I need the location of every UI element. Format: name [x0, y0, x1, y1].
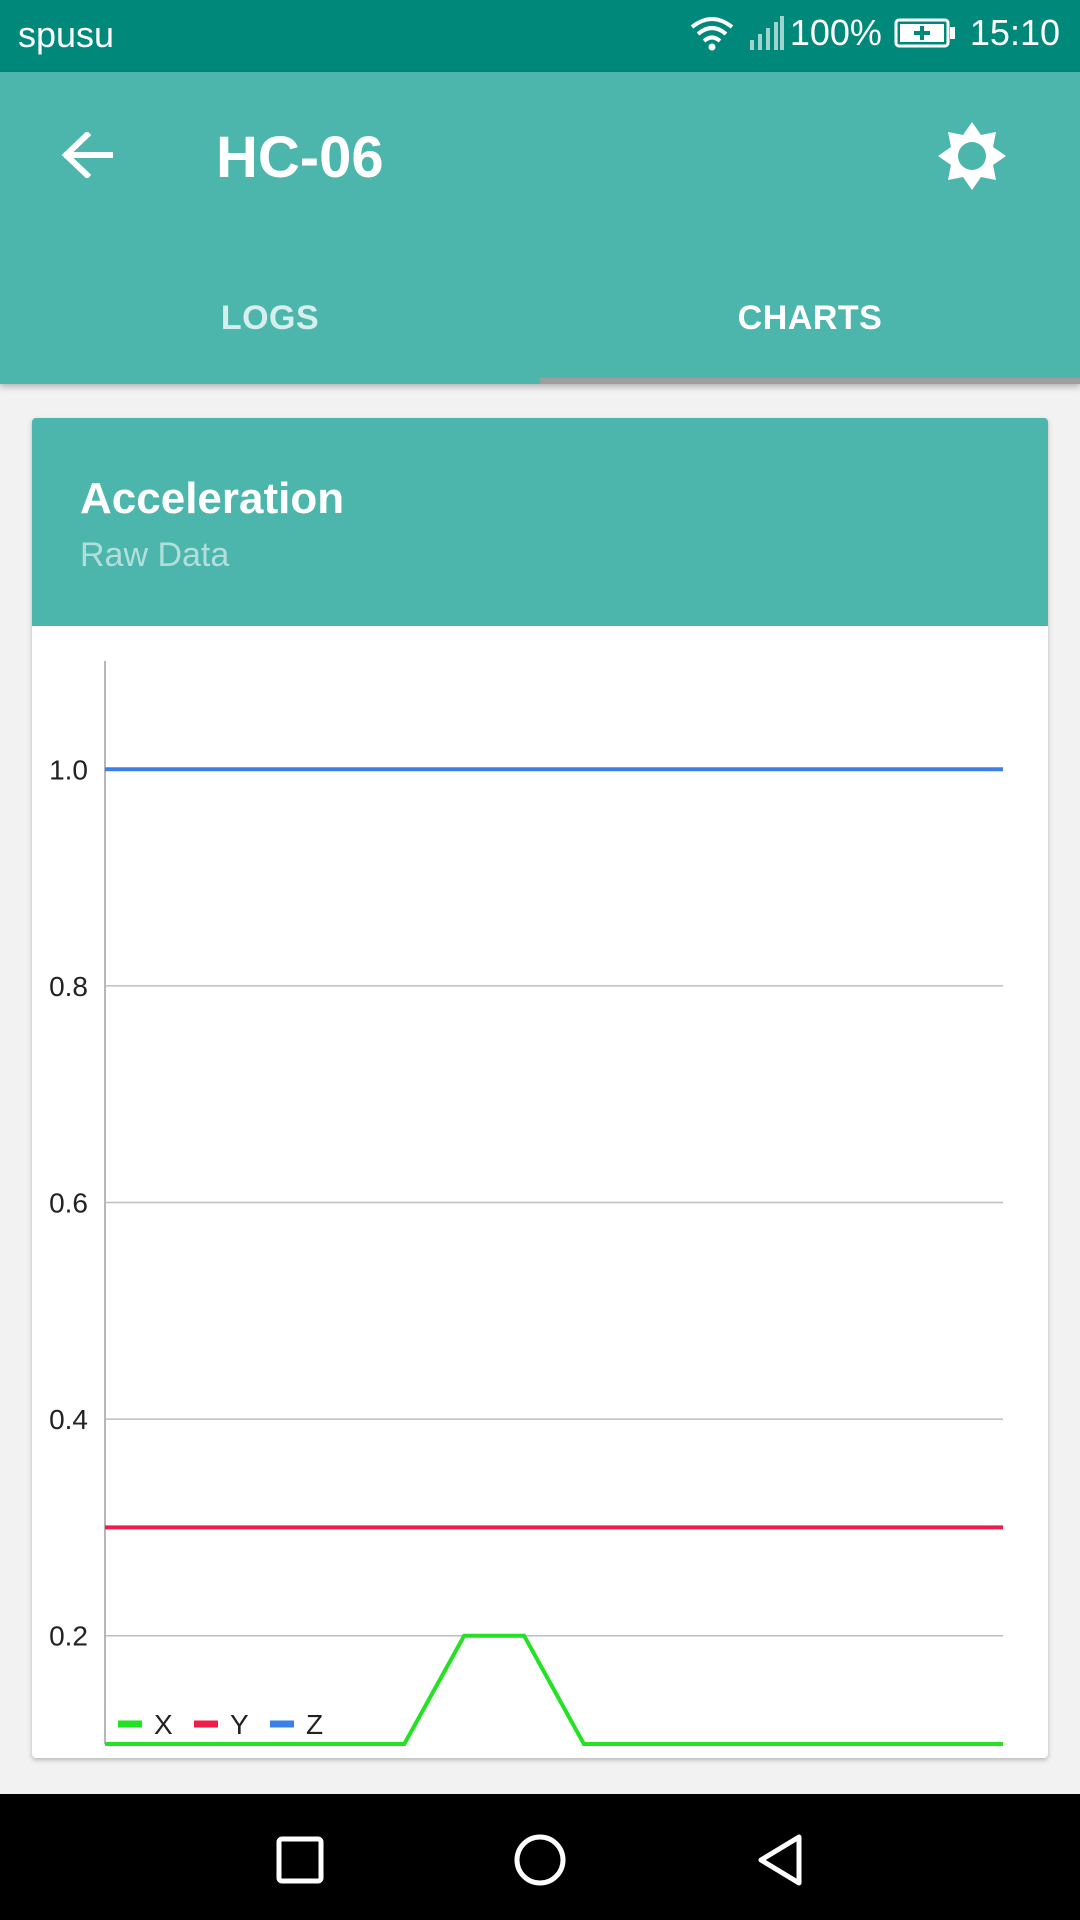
battery-percent: 100%	[789, 12, 882, 53]
nav-back-button[interactable]	[740, 1822, 820, 1902]
back-button[interactable]	[52, 122, 122, 192]
tab-charts[interactable]: CHARTS	[540, 252, 1080, 384]
card-subtitle: Raw Data	[80, 536, 230, 574]
wifi-icon	[690, 15, 734, 51]
brightness-icon	[936, 120, 1008, 197]
navigation-bar	[0, 1794, 1080, 1920]
triangle-back-icon	[755, 1833, 805, 1892]
recents-button[interactable]	[260, 1822, 340, 1902]
settings-button[interactable]	[930, 116, 1014, 200]
home-button[interactable]	[500, 1822, 580, 1902]
acceleration-chart[interactable]: 0.2 0.4 0.6 0.8 1.0 X Y Z	[32, 626, 1048, 1758]
page-title: HC-06	[216, 125, 384, 190]
y-tick-label: 0.6	[49, 1188, 88, 1219]
arrow-back-icon	[61, 130, 114, 183]
carrier-name: spusu	[18, 14, 115, 55]
y-tick-label: 1.0	[49, 754, 88, 785]
legend-label-x: X	[154, 1709, 173, 1740]
y-tick-label: 0.2	[49, 1621, 88, 1652]
legend-label-y: Y	[230, 1709, 249, 1740]
chart-card: Acceleration Raw Data 0.2 0.4 0.6 0.8 1.0 X Y Z	[32, 418, 1048, 1758]
card-header: Acceleration Raw Data	[32, 418, 1048, 626]
status-icons: 100% 15:10	[690, 12, 1060, 54]
tab-indicator	[540, 378, 1080, 384]
square-icon	[276, 1836, 324, 1889]
y-tick-label: 0.4	[49, 1404, 88, 1435]
tab-logs[interactable]: LOGS	[0, 252, 540, 384]
app-bar: HC-06 LOGS CHARTS	[0, 72, 1080, 384]
y-tick-label: 0.8	[49, 971, 88, 1002]
legend-label-z: Z	[306, 1709, 323, 1740]
signal-icon	[748, 16, 784, 50]
card-title: Acceleration	[80, 474, 345, 523]
battery-icon	[894, 18, 956, 48]
clock: 15:10	[969, 12, 1060, 53]
circle-icon	[513, 1833, 567, 1892]
status-bar: spusu 100% 15:10	[0, 0, 1080, 72]
